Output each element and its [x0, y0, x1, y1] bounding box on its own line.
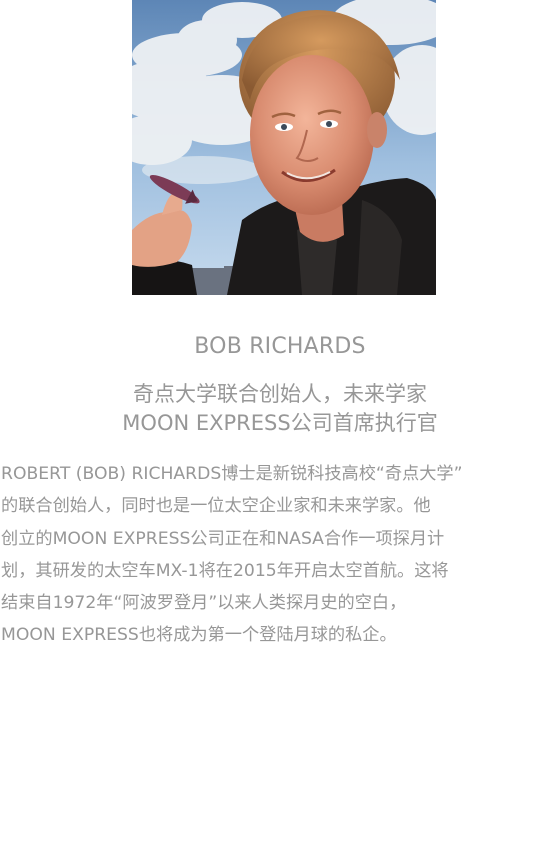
role-line: 奇点大学联合创始人，未来学家 [133, 382, 427, 406]
bio-line: 创立的MOON EXPRESS公司正在和NASA合作一项探月计 [1, 528, 445, 549]
bio-line: ROBERT (BOB) RICHARDS博士是新锐科技高校“奇点大学” [1, 464, 463, 484]
profile-photo [132, 0, 436, 295]
bio-line: 的联合创始人，同时也是一位太空企业家和未来学家。他 [1, 496, 431, 517]
bio-line: 结束自1972年“阿波罗登月”以来人类探月史的空白， [1, 593, 407, 614]
person-roles: 奇点大学联合创始人，未来学家 MOON EXPRESS公司首席执行官 [0, 380, 560, 438]
biography: ROBERT (BOB) RICHARDS博士是新锐科技高校“奇点大学” 的联合… [1, 458, 559, 652]
person-name: BOB RICHARDS [194, 334, 366, 359]
role-line: MOON EXPRESS公司首席执行官 [122, 411, 438, 435]
bio-line: 划，其研发的太空车MX-1将在2015年开启太空首航。这将 [1, 560, 449, 581]
bio-line: MOON EXPRESS也将成为第一个登陆月球的私企。 [1, 625, 397, 646]
